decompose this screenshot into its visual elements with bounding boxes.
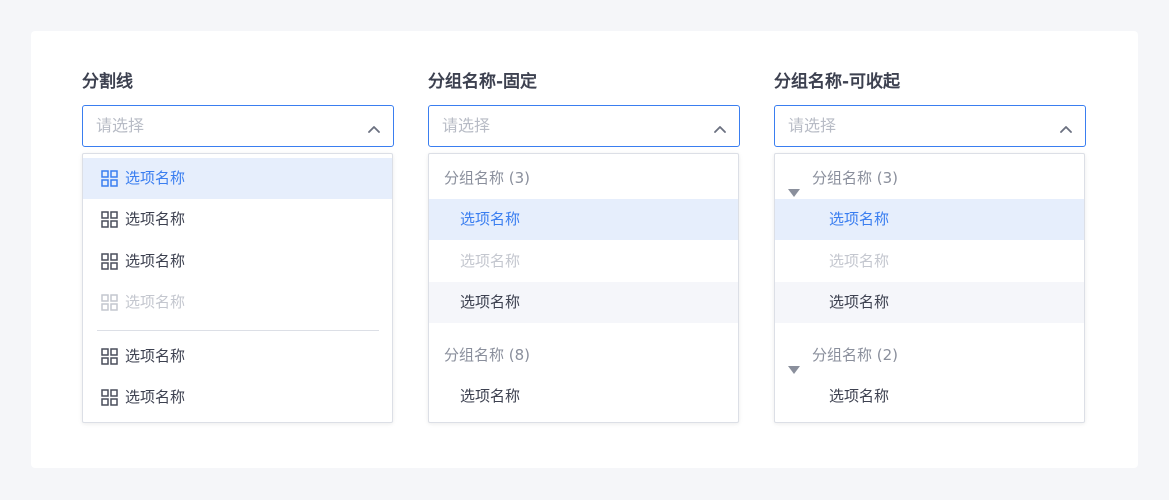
- grid-icon: [101, 294, 118, 311]
- demo-card: 分割线 请选择 选项名称 选项名称 选项名称 选项名称 选项名称 选项名称 分组…: [31, 31, 1138, 468]
- option-label: 选项名称: [125, 210, 186, 228]
- option-label: 选项名称: [829, 387, 890, 405]
- select-box[interactable]: 请选择: [82, 105, 394, 147]
- column-title: 分组名称-可收起: [774, 72, 901, 92]
- chevron-up-icon[interactable]: [367, 120, 381, 133]
- option-item-disabled: 选项名称: [429, 241, 738, 282]
- option-item[interactable]: 选项名称: [83, 199, 392, 240]
- option-item[interactable]: 选项名称: [83, 377, 392, 418]
- grid-icon: [101, 170, 118, 187]
- group-header[interactable]: 分组名称 (3): [775, 158, 1084, 199]
- option-label: 选项名称: [125, 388, 186, 406]
- dropdown-panel: 选项名称 选项名称 选项名称 选项名称 选项名称 选项名称: [82, 153, 393, 423]
- option-item-disabled: 选项名称: [775, 241, 1084, 282]
- option-label: 选项名称: [460, 387, 521, 405]
- chevron-up-icon[interactable]: [1059, 120, 1073, 133]
- grid-icon: [101, 253, 118, 270]
- option-item[interactable]: 选项名称: [429, 199, 738, 240]
- grid-icon: [101, 211, 118, 228]
- select-placeholder: 请选择: [442, 116, 491, 135]
- option-label: 选项名称: [460, 210, 521, 228]
- option-item[interactable]: 选项名称: [429, 376, 738, 417]
- group-label: 分组名称 (3): [812, 169, 899, 187]
- option-item[interactable]: 选项名称: [83, 241, 392, 282]
- option-label: 选项名称: [125, 252, 186, 270]
- option-label: 选项名称: [829, 210, 890, 228]
- option-label: 选项名称: [829, 252, 890, 270]
- select-box[interactable]: 请选择: [428, 105, 740, 147]
- select-box[interactable]: 请选择: [774, 105, 1086, 147]
- group-label: 分组名称 (8): [444, 346, 531, 364]
- option-label: 选项名称: [125, 347, 186, 365]
- group-header[interactable]: 分组名称 (2): [775, 335, 1084, 376]
- option-item[interactable]: 选项名称: [429, 282, 738, 323]
- group-label: 分组名称 (3): [444, 169, 531, 187]
- divider: [97, 330, 379, 331]
- column-title: 分割线: [82, 72, 133, 92]
- option-label: 选项名称: [125, 169, 186, 187]
- caret-down-icon[interactable]: [788, 350, 800, 374]
- option-item[interactable]: 选项名称: [775, 199, 1084, 240]
- select-placeholder: 请选择: [96, 116, 145, 135]
- option-label: 选项名称: [460, 293, 521, 311]
- option-item[interactable]: 选项名称: [83, 336, 392, 377]
- grid-icon: [101, 389, 118, 406]
- option-label: 选项名称: [125, 293, 186, 311]
- option-item[interactable]: 选项名称: [775, 282, 1084, 323]
- group-header: 分组名称 (3): [429, 158, 738, 199]
- dropdown-panel: 分组名称 (3) 选项名称 选项名称 选项名称 分组名称 (8) 选项名称: [428, 153, 739, 423]
- option-item-disabled: 选项名称: [83, 282, 392, 323]
- grid-icon: [101, 348, 118, 365]
- group-header: 分组名称 (8): [429, 335, 738, 376]
- chevron-up-icon[interactable]: [713, 120, 727, 133]
- group-label: 分组名称 (2): [812, 346, 899, 364]
- column-title: 分组名称-固定: [428, 72, 538, 92]
- option-label: 选项名称: [460, 252, 521, 270]
- option-item[interactable]: 选项名称: [83, 158, 392, 199]
- select-placeholder: 请选择: [788, 116, 837, 135]
- option-item[interactable]: 选项名称: [775, 376, 1084, 417]
- dropdown-panel: 分组名称 (3) 选项名称 选项名称 选项名称 分组名称 (2) 选项名称: [774, 153, 1085, 423]
- caret-down-icon[interactable]: [788, 173, 800, 197]
- option-label: 选项名称: [829, 293, 890, 311]
